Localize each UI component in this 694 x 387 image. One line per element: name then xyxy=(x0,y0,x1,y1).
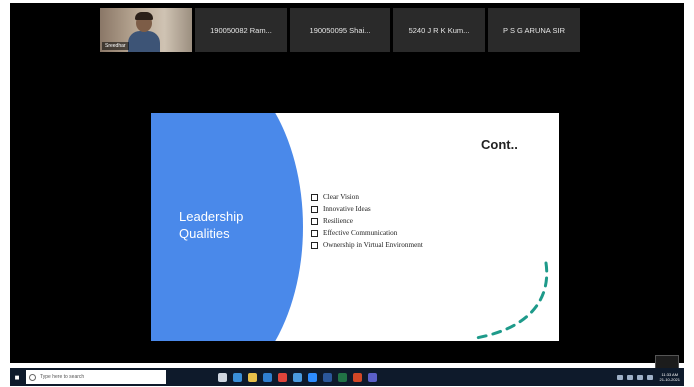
meeting-window: Sreedhar 190050082 Ram... 190050095 Shai… xyxy=(10,3,684,377)
edge-icon[interactable] xyxy=(233,372,242,382)
self-name-label: Sreedhar xyxy=(102,42,129,50)
volume-icon[interactable] xyxy=(636,374,643,380)
search-placeholder: Type here to search xyxy=(40,374,85,380)
checkbox-bullet-icon xyxy=(311,193,318,201)
section-title-line: Qualities xyxy=(179,226,230,241)
checkbox-bullet-icon xyxy=(311,229,318,237)
bullet-item: Resilience xyxy=(311,215,423,227)
participant-tile[interactable]: 190050095 Shai... xyxy=(290,8,390,52)
participant-tile[interactable]: P S G ARUNA SIR xyxy=(488,8,580,52)
participant-name: 190050095 Shai... xyxy=(309,25,371,35)
participant-name: 5240 J R K Kum... xyxy=(408,25,470,35)
bullet-text: Ownership in Virtual Environment xyxy=(323,241,423,249)
powerpoint-icon[interactable] xyxy=(353,372,362,382)
participant-avatar xyxy=(126,12,162,52)
mail-icon[interactable] xyxy=(293,372,302,382)
network-icon[interactable] xyxy=(626,374,633,380)
bullet-item: Innovative Ideas xyxy=(311,203,423,215)
taskbar-clock[interactable]: 11:33 AM 21-10-2021 xyxy=(660,372,680,382)
participant-name: 190050082 Ram... xyxy=(210,25,272,35)
task-view-icon[interactable] xyxy=(218,372,227,382)
word-icon[interactable] xyxy=(323,372,332,382)
chrome-icon[interactable] xyxy=(278,372,287,382)
store-icon[interactable] xyxy=(263,372,272,382)
participant-tile[interactable]: 190050082 Ram... xyxy=(195,8,287,52)
participant-strip: Sreedhar 190050082 Ram... 190050095 Shai… xyxy=(100,8,580,52)
pinned-apps xyxy=(218,372,377,382)
slide-section-title: Leadership Qualities xyxy=(179,208,299,242)
checkbox-bullet-icon xyxy=(311,205,318,213)
system-tray: 11:33 AM 21-10-2021 xyxy=(616,372,684,382)
taskbar-search-input[interactable]: Type here to search xyxy=(26,370,166,384)
checkbox-bullet-icon xyxy=(311,217,318,225)
participant-name: P S G ARUNA SIR xyxy=(503,25,565,35)
section-title-line: Leadership xyxy=(179,209,244,224)
bullet-text: Effective Communication xyxy=(323,229,398,237)
excel-icon[interactable] xyxy=(338,372,347,382)
file-explorer-icon[interactable] xyxy=(248,372,257,382)
dashed-arc-decoration xyxy=(474,261,549,340)
self-video-tile[interactable]: Sreedhar xyxy=(100,8,192,52)
participant-tile[interactable]: 5240 J R K Kum... xyxy=(393,8,485,52)
checkbox-bullet-icon xyxy=(311,241,318,249)
shared-slide: Leadership Qualities Cont.. Clear Vision… xyxy=(151,113,559,341)
clock-date: 21-10-2021 xyxy=(659,377,680,382)
tray-icon[interactable] xyxy=(616,374,623,380)
bullet-text: Innovative Ideas xyxy=(323,205,371,213)
bullet-item: Effective Communication xyxy=(311,227,423,239)
bullet-item: Ownership in Virtual Environment xyxy=(311,239,423,251)
bullet-text: Resilience xyxy=(323,217,353,225)
search-icon xyxy=(29,373,36,381)
bullet-item: Clear Vision xyxy=(311,191,423,203)
zoom-icon[interactable] xyxy=(308,372,317,382)
bullet-list: Clear Vision Innovative Ideas Resilience… xyxy=(311,191,423,251)
teams-icon[interactable] xyxy=(368,372,377,382)
windows-start-icon[interactable]: ■ xyxy=(10,368,24,386)
slide-title: Cont.. xyxy=(481,137,518,152)
windows-taskbar: ■ Type here to search 11:33 AM 21-10-202… xyxy=(10,368,684,386)
bullet-text: Clear Vision xyxy=(323,193,359,201)
battery-icon[interactable] xyxy=(646,374,653,380)
